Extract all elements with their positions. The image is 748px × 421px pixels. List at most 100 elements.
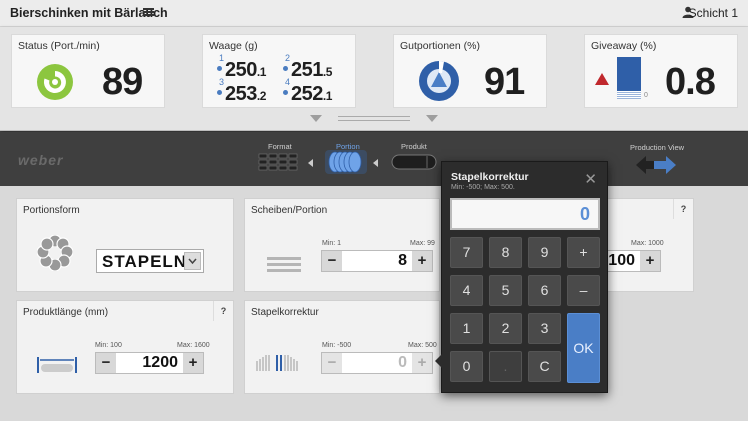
scale-reading-3: 3 253.2 (217, 77, 266, 105)
settings-area: Portionsform STAPELN Scheiben/Portion Mi… (0, 186, 748, 421)
card-stack-correction-title: Stapelkorrektur (251, 307, 319, 318)
numeric-keypad-popup: Stapelkorrektur Min: -500; Max: 500. ✕ 0… (435, 161, 608, 393)
step-label-format: Format (268, 142, 292, 151)
stack-correction-max: Max: 500 (408, 342, 437, 349)
product-length-stepper: − 1200 + (95, 352, 204, 374)
slices-decrement-button[interactable]: − (322, 251, 342, 271)
production-view-arrows-icon[interactable] (636, 156, 676, 174)
scale-reading-1: 1 250.1 (217, 53, 266, 81)
key-8[interactable]: 8 (489, 237, 522, 268)
card-portion-shape-title: Portionsform (23, 205, 80, 216)
key-0[interactable]: 0 (450, 351, 483, 382)
scale-dot-icon (217, 66, 222, 72)
chevron-down-icon[interactable] (184, 252, 201, 270)
keypad-title: Stapelkorrektur (451, 171, 529, 183)
shift-label[interactable]: Schicht 1 (689, 6, 738, 20)
key-2[interactable]: 2 (489, 313, 522, 344)
right-card-increment-button[interactable]: + (640, 251, 660, 271)
warning-triangle-icon (595, 73, 609, 85)
key-5[interactable]: 5 (489, 275, 522, 306)
portion-stack-icon[interactable] (325, 150, 367, 174)
card-portion-shape: Portionsform STAPELN (16, 198, 234, 292)
product-length-increment-button[interactable]: + (183, 353, 203, 373)
product-length-decrement-button[interactable]: − (96, 353, 116, 373)
panel-grip-handle[interactable] (338, 116, 410, 121)
kpi-giveaway-title: Giveaway (%) (591, 40, 657, 52)
right-card-value[interactable]: 100 (606, 251, 640, 271)
scale-reading-2: 2 251.5 (283, 53, 332, 81)
kpi-good-portions[interactable]: Gutportionen (%) 91 (393, 34, 547, 108)
key-6[interactable]: 6 (528, 275, 561, 306)
slices-min: Min: 1 (322, 240, 342, 247)
slices-stack-icon (267, 257, 301, 272)
nav-arrow-left-icon (373, 159, 378, 167)
ok-button[interactable]: OK (567, 313, 600, 383)
right-card-stepper: 100 + (605, 250, 661, 272)
key-1[interactable]: 1 (450, 313, 483, 344)
portion-shape-value: STAPELN (102, 252, 188, 271)
kpi-status-title: Status (Port./min) (18, 40, 100, 52)
collapse-arrow-icon[interactable] (310, 115, 322, 122)
kpi-good-value: 91 (484, 61, 525, 103)
giveaway-bar-base (617, 91, 641, 99)
stack-correction-increment-button[interactable]: + (412, 353, 432, 373)
good-portions-pie-icon (419, 60, 459, 101)
card-slices-title: Scheiben/Portion (251, 205, 328, 216)
status-gauge-icon (37, 64, 73, 100)
portion-shape-select[interactable]: STAPELN (96, 249, 204, 273)
slices-stepper: − 8 + (321, 250, 433, 272)
right-card-max: Max: 1000 (631, 240, 664, 247)
scale-dot-icon (283, 90, 288, 96)
stack-correction-min: Min: -500 (322, 342, 352, 349)
slices-increment-button[interactable]: + (412, 251, 432, 271)
help-icon[interactable]: ? (673, 199, 693, 219)
shingled-portion-icon (37, 235, 73, 271)
key-plus[interactable]: + (567, 237, 600, 268)
stack-correction-value[interactable]: 0 (342, 353, 412, 373)
stack-correction-decrement-button[interactable]: − (322, 353, 342, 373)
kpi-panel: Status (Port./min) 89 Waage (g) 1 250.1 2… (0, 27, 748, 131)
key-4[interactable]: 4 (450, 275, 483, 306)
kpi-status-value: 89 (102, 61, 143, 103)
scale-dot-icon (283, 66, 288, 72)
format-grid-icon[interactable] (258, 152, 300, 172)
kpi-good-title: Gutportionen (%) (400, 40, 480, 52)
kpi-status[interactable]: Status (Port./min) 89 (11, 34, 165, 108)
scale-dot-icon (217, 90, 222, 96)
close-icon[interactable]: ✕ (584, 170, 597, 188)
product-length-value[interactable]: 1200 (116, 353, 183, 373)
slices-value[interactable]: 8 (342, 251, 412, 271)
top-bar: Bierschinken mit Bärlauch Schicht 1 (0, 0, 748, 27)
card-stack-correction: Stapelkorrektur Min: -500 Max: 500 − 0 + (244, 300, 440, 394)
slices-max: Max: 99 (410, 240, 435, 247)
help-icon[interactable]: ? (213, 301, 233, 321)
key-7[interactable]: 7 (450, 237, 483, 268)
step-label-product: Produkt (401, 142, 427, 151)
kpi-scale-title: Waage (g) (209, 40, 258, 52)
kpi-scale[interactable]: Waage (g) 1 250.1 2 251.5 3 253.2 4 252.1 (202, 34, 356, 108)
product-length-max: Max: 1600 (177, 342, 210, 349)
key-minus[interactable]: – (567, 275, 600, 306)
giveaway-axis-zero: 0 (644, 92, 648, 99)
keypad-range: Min: -500; Max: 500. (451, 184, 515, 191)
kpi-giveaway[interactable]: Giveaway (%) 0 0.8 (584, 34, 738, 108)
product-log-icon[interactable] (391, 154, 437, 170)
collapse-arrow-icon[interactable] (426, 115, 438, 122)
key-clear[interactable]: C (528, 351, 561, 382)
scale-reading-4: 4 252.1 (283, 77, 332, 105)
card-slices-per-portion: Scheiben/Portion Min: 1 Max: 99 − 8 + (244, 198, 440, 292)
production-view-label: Production View (630, 143, 685, 152)
key-9[interactable]: 9 (528, 237, 561, 268)
menu-icon[interactable] (143, 8, 154, 16)
kpi-giveaway-value: 0.8 (665, 61, 716, 103)
key-3[interactable]: 3 (528, 313, 561, 344)
process-nav: weber Format Portion Produkt Production … (0, 132, 748, 186)
weber-logo: weber (18, 152, 64, 168)
product-length-min: Min: 100 (95, 342, 122, 349)
card-product-length: Produktlänge (mm) ? Min: 100 Max: 1600 −… (16, 300, 234, 394)
key-decimal[interactable]: . (489, 351, 522, 382)
keypad-display[interactable]: 0 (450, 198, 600, 230)
card-right-hidden: ? Max: 1000 100 + (600, 198, 694, 292)
stack-correction-stepper: − 0 + (321, 352, 433, 374)
card-product-length-title: Produktlänge (mm) (23, 307, 109, 318)
